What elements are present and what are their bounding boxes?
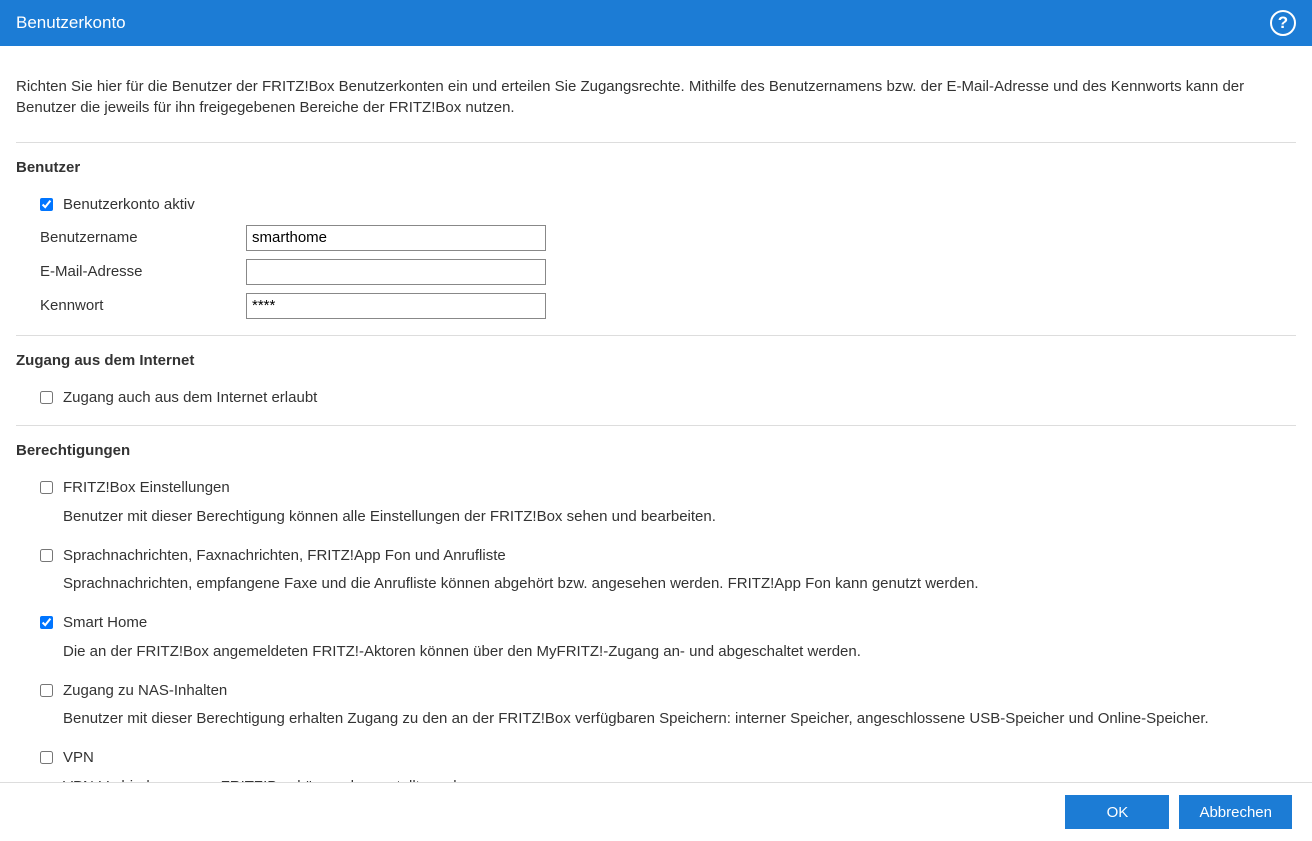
intro-text: Richten Sie hier für die Benutzer der FR… [16,62,1296,132]
content-area: Richten Sie hier für die Benutzer der FR… [0,46,1312,782]
help-icon[interactable]: ? [1270,10,1296,36]
desc-perm-vpn: VPN-Verbindungen zur FRITZ!Box können he… [16,774,1296,783]
row-email: E-Mail-Adresse [16,255,1296,289]
divider [16,335,1296,336]
page-title: Benutzerkonto [16,13,126,33]
divider [16,425,1296,426]
perm-item-voice: Sprachnachrichten, Faxnachrichten, FRITZ… [16,541,1296,603]
perm-item-smarthome: Smart Home Die an der FRITZ!Box angemeld… [16,608,1296,670]
row-username: Benutzername [16,221,1296,255]
row-account-active: Benutzerkonto aktiv [16,190,1296,221]
checkbox-perm-vpn[interactable] [40,751,53,764]
label-email: E-Mail-Adresse [40,263,246,280]
label-perm-vpn[interactable]: VPN [63,749,94,766]
password-input[interactable] [246,293,546,319]
section-title-user: Benutzer [16,159,1296,176]
perm-item-nas: Zugang zu NAS-Inhalten Benutzer mit dies… [16,676,1296,738]
label-password: Kennwort [40,297,246,314]
footer: OK Abbrechen [0,782,1312,841]
desc-perm-settings: Benutzer mit dieser Berechtigung können … [16,504,1296,535]
section-title-internet: Zugang aus dem Internet [16,352,1296,369]
checkbox-perm-smarthome[interactable] [40,616,53,629]
section-internet: Zugang aus dem Internet Zugang auch aus … [16,352,1296,414]
checkbox-internet-allow[interactable] [40,391,53,404]
checkbox-perm-nas[interactable] [40,684,53,697]
desc-perm-nas: Benutzer mit dieser Berechtigung erhalte… [16,706,1296,737]
checkbox-account-active[interactable] [40,198,53,211]
username-input[interactable] [246,225,546,251]
label-perm-smarthome[interactable]: Smart Home [63,614,147,631]
page-header: Benutzerkonto ? [0,0,1312,46]
label-internet-allow[interactable]: Zugang auch aus dem Internet erlaubt [63,389,317,406]
row-password: Kennwort [16,289,1296,323]
section-permissions: Berechtigungen FRITZ!Box Einstellungen B… [16,442,1296,782]
perm-item-settings: FRITZ!Box Einstellungen Benutzer mit die… [16,473,1296,535]
label-perm-nas[interactable]: Zugang zu NAS-Inhalten [63,682,227,699]
desc-perm-voice: Sprachnachrichten, empfangene Faxe und d… [16,571,1296,602]
cancel-button[interactable]: Abbrechen [1179,795,1292,829]
perm-item-vpn: VPN VPN-Verbindungen zur FRITZ!Box könne… [16,743,1296,782]
label-account-active[interactable]: Benutzerkonto aktiv [63,196,195,213]
email-input[interactable] [246,259,546,285]
checkbox-perm-settings[interactable] [40,481,53,494]
label-perm-settings[interactable]: FRITZ!Box Einstellungen [63,479,230,496]
label-perm-voice[interactable]: Sprachnachrichten, Faxnachrichten, FRITZ… [63,547,506,564]
section-title-permissions: Berechtigungen [16,442,1296,459]
ok-button[interactable]: OK [1065,795,1169,829]
desc-perm-smarthome: Die an der FRITZ!Box angemeldeten FRITZ!… [16,639,1296,670]
label-username: Benutzername [40,229,246,246]
row-internet-allow: Zugang auch aus dem Internet erlaubt [16,383,1296,414]
checkbox-perm-voice[interactable] [40,549,53,562]
section-user: Benutzer Benutzerkonto aktiv Benutzernam… [16,159,1296,323]
divider [16,142,1296,143]
